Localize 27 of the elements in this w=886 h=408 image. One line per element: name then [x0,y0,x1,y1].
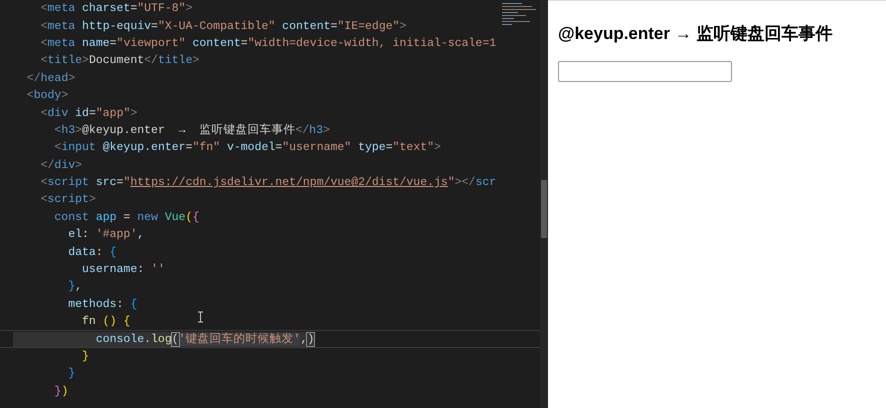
code-line: </div> [40,158,82,173]
text-cursor-icon [197,311,204,323]
code-line: el: '#app', [67,227,144,242]
code-line: username: '' [81,262,165,278]
scrollbar[interactable] [541,180,547,238]
code-line: <div id="app"> [40,106,138,121]
code-line: const app = new Vue({ [53,210,200,225]
code-line: <script> [40,192,96,208]
code-line: <body> [26,88,68,104]
code-line: </head> [26,70,76,86]
code-line: } [67,366,76,382]
input-field[interactable] [558,60,732,82]
code-line: <meta name="viewport" content="width=device-width, initial-scale=1 [40,36,496,51]
code-line: }, [67,279,82,294]
code-line: } [81,349,89,364]
minimap-drawing [500,2,538,28]
page-heading: @keyup.enter → 监听键盘回车事件 [558,23,834,45]
code-line: <h3>@keyup.enter → 监听键盘回车事件</h3> [53,122,330,138]
code-line: <meta http-equiv="X-UA-Compatible" content="IE=edge"> [40,18,406,34]
code-line: <meta charset="UTF-8"> [40,1,192,16]
code-line: methods: { [67,296,138,312]
code-line: }) [53,384,68,399]
code-line: <script src="https://cdn.jsdelivr.net/npm/vue@2/dist/vue.js"></scr [40,175,496,190]
code-line: data: { [67,244,117,260]
code-line: fn () { [81,314,130,330]
code-line: <title>Document</title> [40,53,200,68]
code-line: <input @keyup.enter="fn" v-model="username" type="text"> [53,140,441,156]
